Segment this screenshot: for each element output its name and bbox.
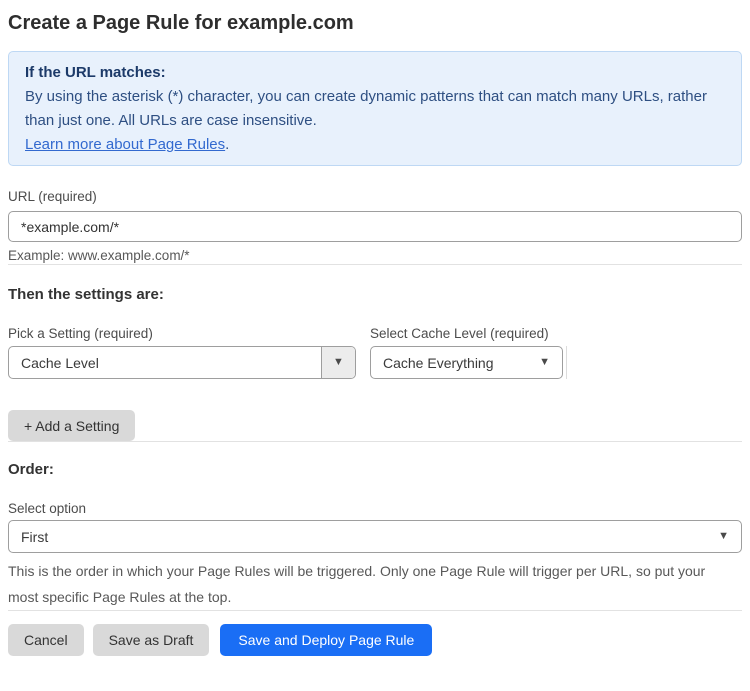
pick-setting-value: Cache Level <box>21 354 99 371</box>
section-divider <box>8 610 742 611</box>
add-setting-button[interactable]: + Add a Setting <box>8 410 136 441</box>
vertical-rule <box>566 346 567 379</box>
link-suffix: . <box>225 136 230 153</box>
order-section: Order: Select option First ▼ This is the… <box>8 461 742 610</box>
save-and-deploy-button[interactable]: Save and Deploy Page Rule <box>220 624 433 656</box>
url-matches-info-box: If the URL matches: By using the asteris… <box>8 51 742 166</box>
chevron-down-icon: ▼ <box>718 530 729 542</box>
url-field-section: URL (required) Example: www.example.com/… <box>8 188 742 264</box>
page-title: Create a Page Rule for example.com <box>8 12 354 34</box>
create-page-rule-form: Create a Page Rule for example.com If th… <box>0 11 750 656</box>
cache-level-select-wrap: Cache Everything ▼ <box>370 342 567 379</box>
pick-setting-select[interactable]: Cache Level ▼ <box>8 346 356 379</box>
order-select-value: First <box>21 528 49 545</box>
save-as-draft-button[interactable]: Save as Draft <box>92 624 210 656</box>
url-input[interactable] <box>8 211 742 242</box>
order-heading: Order: <box>8 461 54 478</box>
url-example-helper: Example: www.example.com/* <box>8 248 190 263</box>
info-box-link-line: Learn more about Page Rules. <box>25 133 725 157</box>
cache-level-select[interactable]: Cache Everything ▼ <box>370 346 563 379</box>
settings-row: Pick a Setting (required) Cache Level ▼ … <box>8 325 742 379</box>
cancel-button[interactable]: Cancel <box>8 624 84 656</box>
cache-level-label: Select Cache Level (required) <box>370 326 549 341</box>
section-divider <box>8 441 742 442</box>
info-box-body: By using the asterisk (*) character, you… <box>25 88 707 129</box>
pick-setting-column: Pick a Setting (required) Cache Level ▼ <box>8 325 356 379</box>
chevron-down-icon: ▼ <box>539 356 550 368</box>
pick-setting-label: Pick a Setting (required) <box>8 326 153 341</box>
order-helper-text: This is the order in which your Page Rul… <box>8 563 706 605</box>
url-label: URL (required) <box>8 189 97 204</box>
settings-heading: Then the settings are: <box>8 286 164 303</box>
form-actions: Cancel Save as Draft Save and Deploy Pag… <box>8 624 742 656</box>
cache-level-value: Cache Everything <box>383 354 494 371</box>
section-divider <box>8 264 742 265</box>
order-select-label: Select option <box>8 501 87 516</box>
order-select[interactable]: First ▼ <box>8 520 742 553</box>
chevron-down-icon[interactable]: ▼ <box>321 347 355 378</box>
info-box-heading: If the URL matches: <box>25 64 166 81</box>
cache-level-column: Select Cache Level (required) Cache Ever… <box>370 325 567 379</box>
learn-more-page-rules-link[interactable]: Learn more about Page Rules <box>25 136 225 153</box>
